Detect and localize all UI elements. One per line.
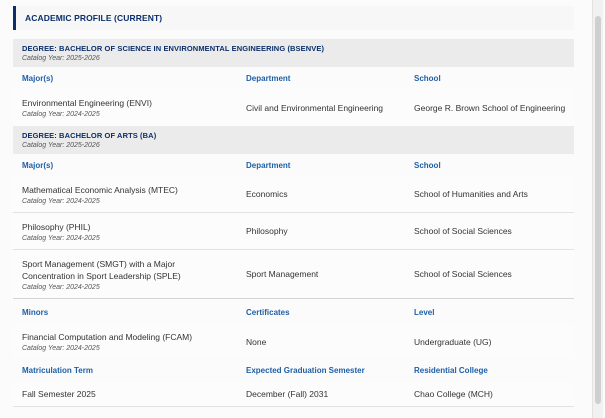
majors-column-header: Major(s) bbox=[22, 160, 54, 170]
minors-column-header: Minors bbox=[22, 307, 49, 317]
department-value: Philosophy bbox=[246, 226, 288, 236]
residential-college-value: Chao College (MCH) bbox=[414, 389, 493, 399]
graduation-semester-value: December (Fall) 2031 bbox=[246, 389, 329, 399]
table-row: Mathematical Economic Analysis (MTEC) Ca… bbox=[13, 176, 574, 213]
degree-catalog-year: Catalog Year: 2025-2026 bbox=[22, 142, 100, 149]
majors-header-row: Major(s) Department School bbox=[13, 67, 574, 89]
academic-profile-panel: ACADEMIC PROFILE (CURRENT) DEGREE: BACHE… bbox=[13, 6, 574, 407]
major-name: Philosophy (PHIL) bbox=[22, 221, 91, 232]
minors-header-row: Minors Certificates Level bbox=[13, 299, 574, 325]
majors-column-header: Major(s) bbox=[22, 73, 54, 83]
table-row: Philosophy (PHIL) Catalog Year: 2024-202… bbox=[13, 213, 574, 250]
department-value: Sport Management bbox=[246, 269, 319, 279]
major-catalog-year: Catalog Year: 2024-2025 bbox=[22, 111, 100, 118]
table-row: Sport Management (SMGT) with a Major Con… bbox=[13, 250, 574, 299]
school-column-header: School bbox=[414, 73, 441, 83]
scrollbar-thumb[interactable] bbox=[595, 16, 601, 404]
school-value: George R. Brown School of Engineering bbox=[414, 102, 566, 113]
department-value: Civil and Environmental Engineering bbox=[246, 102, 384, 113]
certificates-column-header: Certificates bbox=[246, 307, 290, 317]
majors-header-row: Major(s) Department School bbox=[13, 154, 574, 176]
department-value: Economics bbox=[246, 189, 288, 199]
table-row: Financial Computation and Modeling (FCAM… bbox=[13, 325, 574, 358]
minor-name: Financial Computation and Modeling (FCAM… bbox=[22, 332, 193, 342]
vertical-scrollbar[interactable] bbox=[592, 0, 603, 418]
degree-catalog-year: Catalog Year: 2025-2026 bbox=[22, 55, 100, 62]
school-value: School of Humanities and Arts bbox=[414, 189, 528, 199]
school-column-header: School bbox=[414, 160, 441, 170]
degree-header-ba: DEGREE: BACHELOR OF ARTS (BA) Catalog Ye… bbox=[13, 126, 574, 154]
school-value: School of Social Sciences bbox=[414, 226, 512, 236]
major-name: Mathematical Economic Analysis (MTEC) bbox=[22, 184, 178, 195]
matriculation-term-header: Matriculation Term bbox=[22, 365, 93, 375]
graduation-semester-header: Expected Graduation Semester bbox=[246, 365, 365, 375]
major-catalog-year: Catalog Year: 2024-2025 bbox=[22, 283, 100, 291]
level-value: Undergraduate (UG) bbox=[414, 336, 492, 347]
level-column-header: Level bbox=[414, 307, 435, 317]
minor-catalog-year: Catalog Year: 2024-2025 bbox=[22, 345, 100, 352]
major-catalog-year: Catalog Year: 2024-2025 bbox=[22, 234, 100, 242]
residential-college-header: Residential College bbox=[414, 365, 488, 375]
major-name: Environmental Engineering (ENVI) bbox=[22, 98, 152, 108]
table-row: Environmental Engineering (ENVI) Catalog… bbox=[13, 89, 574, 126]
degree-header-bsenve: DEGREE: BACHELOR OF SCIENCE IN ENVIRONME… bbox=[13, 39, 574, 67]
degree-name: DEGREE: BACHELOR OF ARTS (BA) bbox=[22, 131, 157, 140]
major-name: Sport Management (SMGT) with a Major Con… bbox=[22, 258, 181, 281]
table-row: Fall Semester 2025 December (Fall) 2031 … bbox=[13, 382, 574, 407]
matriculation-header-row: Matriculation Term Expected Graduation S… bbox=[13, 358, 574, 382]
school-value: School of Social Sciences bbox=[414, 269, 512, 279]
department-column-header: Department bbox=[246, 73, 291, 83]
certificates-value: None bbox=[246, 336, 267, 347]
department-column-header: Department bbox=[246, 160, 291, 170]
section-title: ACADEMIC PROFILE (CURRENT) bbox=[13, 6, 574, 30]
major-catalog-year: Catalog Year: 2024-2025 bbox=[22, 197, 100, 205]
matriculation-term-value: Fall Semester 2025 bbox=[22, 389, 96, 399]
degree-name: DEGREE: BACHELOR OF SCIENCE IN ENVIRONME… bbox=[22, 44, 325, 53]
